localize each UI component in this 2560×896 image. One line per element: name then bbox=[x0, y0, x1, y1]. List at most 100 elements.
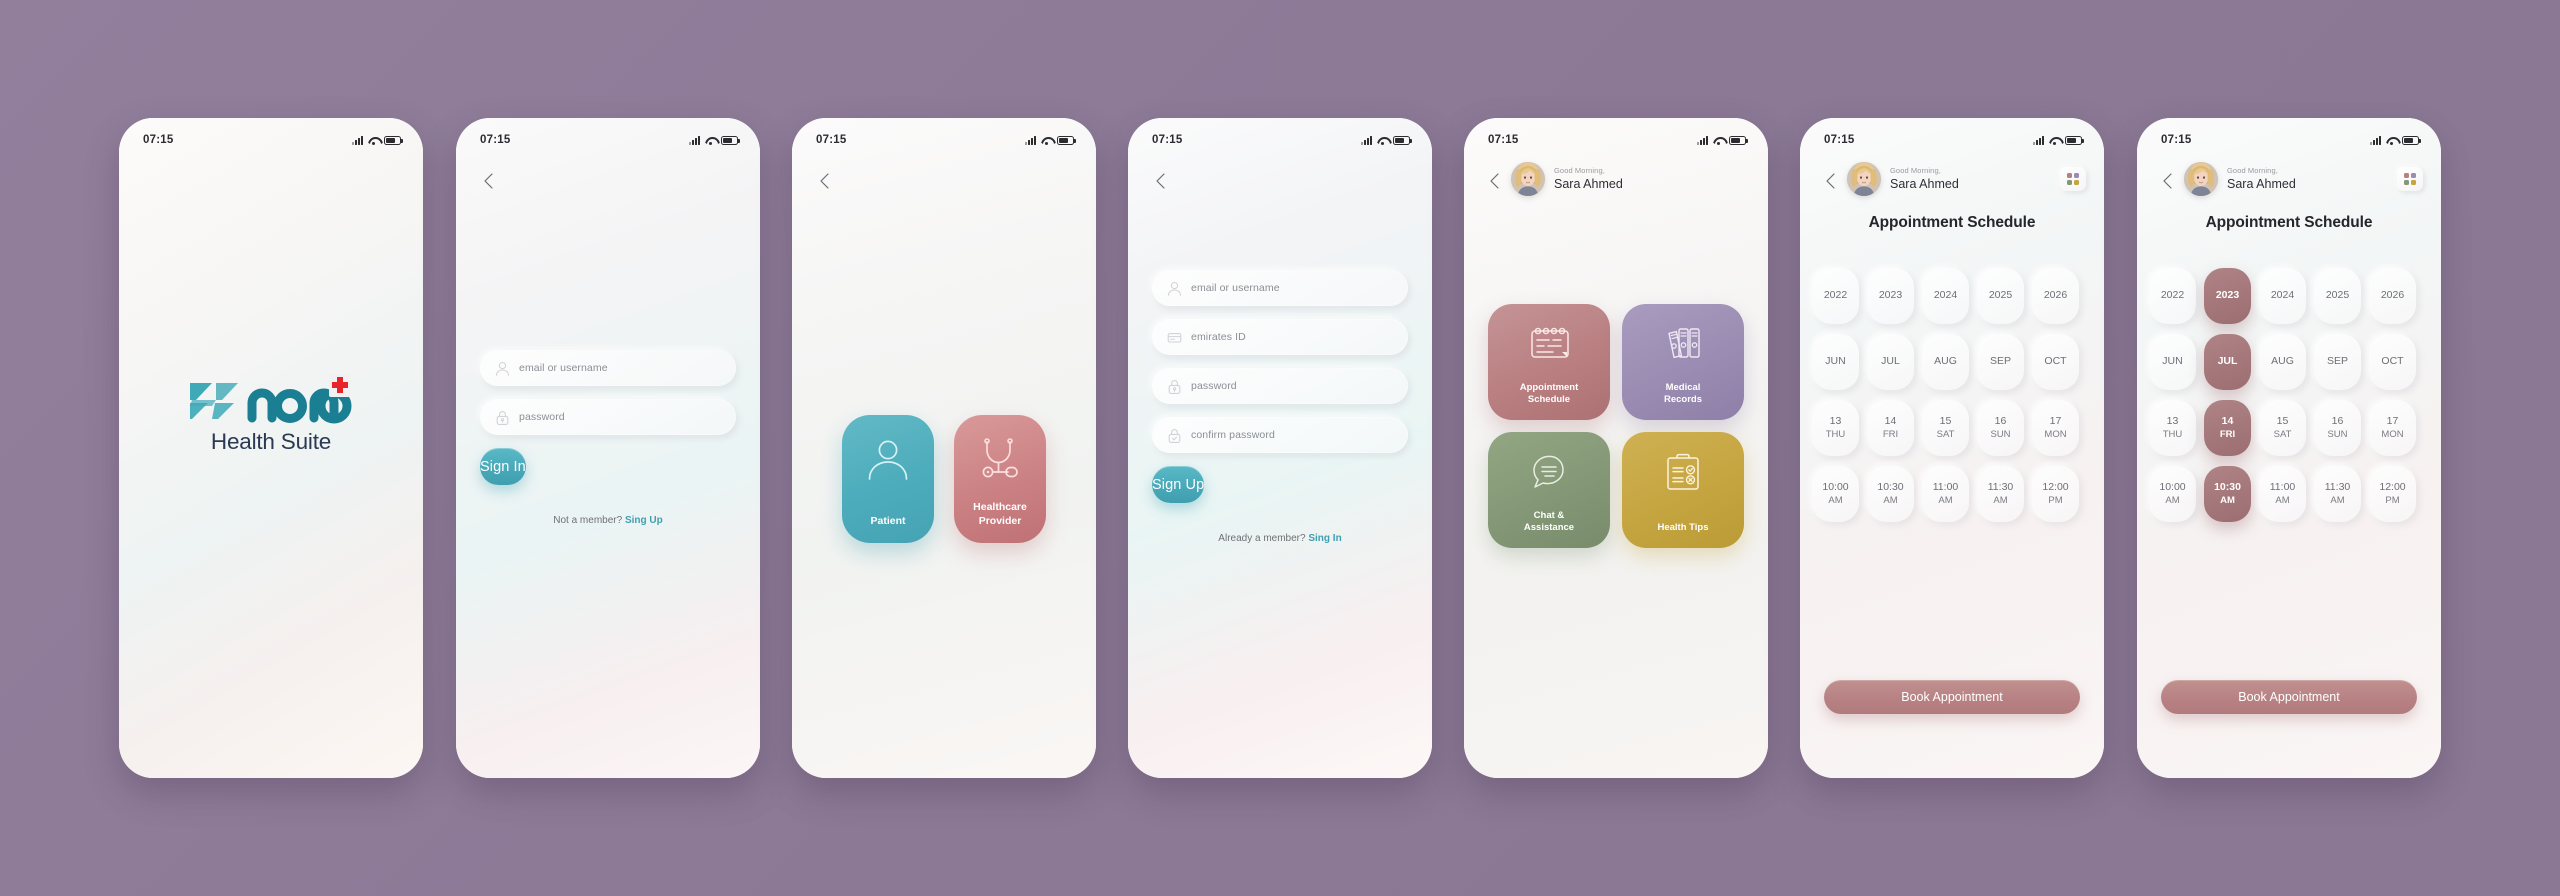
year-value: 2023 bbox=[2215, 289, 2240, 302]
time-cell[interactable]: 11:30 AM bbox=[2314, 466, 2361, 522]
sign-up-button[interactable]: Sign Up bbox=[1152, 466, 1205, 503]
sign-up-link[interactable]: Sing Up bbox=[625, 515, 663, 526]
year-cell[interactable]: 2025 bbox=[1977, 268, 2024, 324]
wifi-icon bbox=[368, 136, 379, 145]
back-button[interactable] bbox=[1484, 170, 1502, 189]
footer-prompt: Not a member? Sing Up bbox=[456, 515, 760, 526]
day-cell[interactable]: 13 THU bbox=[2149, 400, 2196, 456]
logo-mark bbox=[182, 373, 360, 425]
time-cell[interactable]: 10:00 AM bbox=[1812, 466, 1859, 522]
month-cell[interactable]: JUL bbox=[2204, 334, 2251, 390]
day-cell[interactable]: 17 MON bbox=[2032, 400, 2079, 456]
month-cell[interactable]: AUG bbox=[2259, 334, 2306, 390]
id-card-icon bbox=[1167, 332, 1182, 343]
year-cell[interactable]: 2025 bbox=[2314, 268, 2361, 324]
healthcare-provider-card[interactable]: Healthcare Provider bbox=[954, 415, 1046, 543]
avatar[interactable] bbox=[2184, 162, 2218, 196]
year-value: 2026 bbox=[2043, 289, 2068, 302]
month-cell[interactable]: OCT bbox=[2369, 334, 2416, 390]
stethoscope-icon bbox=[982, 438, 1018, 478]
back-button[interactable] bbox=[2157, 170, 2175, 189]
month-cell[interactable]: JUN bbox=[1812, 334, 1859, 390]
back-button[interactable] bbox=[478, 170, 500, 192]
logo-icon bbox=[190, 375, 352, 424]
tile-chat-assistance[interactable]: Chat & Assistance bbox=[1488, 432, 1610, 548]
avatar[interactable] bbox=[1847, 162, 1881, 196]
month-cell[interactable]: SEP bbox=[2314, 334, 2361, 390]
month-cell[interactable]: JUL bbox=[1867, 334, 1914, 390]
email-or-username-field[interactable]: email or username bbox=[1152, 270, 1408, 306]
day-cell[interactable]: 13 THU bbox=[1812, 400, 1859, 456]
sign-in-link[interactable]: Sing In bbox=[1308, 533, 1341, 544]
month-cell[interactable]: SEP bbox=[1977, 334, 2024, 390]
status-time: 07:15 bbox=[816, 134, 847, 146]
chevron-left-icon bbox=[1826, 173, 1835, 189]
password-field[interactable]: password bbox=[1152, 368, 1408, 404]
time-cell[interactable]: 12:00 PM bbox=[2369, 466, 2416, 522]
year-cell[interactable]: 2026 bbox=[2032, 268, 2079, 324]
time-cell[interactable]: 12:00 PM bbox=[2032, 466, 2079, 522]
logo-wordmark: Health Suite bbox=[210, 429, 332, 454]
mockup-canvas: 07:15 Health Suite 07:15 email or username p… bbox=[0, 0, 2560, 896]
time-cell[interactable]: 11:30 AM bbox=[1977, 466, 2024, 522]
status-bar: 07:15 bbox=[1128, 118, 1432, 152]
day-cell[interactable]: 15 SAT bbox=[2259, 400, 2306, 456]
tile-label-line1: Chat & bbox=[1533, 509, 1565, 521]
day-cell[interactable]: 17 MON bbox=[2369, 400, 2416, 456]
day-cell[interactable]: 14 FRI bbox=[2204, 400, 2251, 456]
time-cell[interactable]: 11:00 AM bbox=[2259, 466, 2306, 522]
year-cell[interactable]: 2026 bbox=[2369, 268, 2416, 324]
year-cell[interactable]: 2022 bbox=[2149, 268, 2196, 324]
month-value: OCT bbox=[2381, 355, 2404, 368]
back-button[interactable] bbox=[1150, 170, 1172, 192]
tile-health-tips[interactable]: Health Tips bbox=[1622, 432, 1744, 548]
email-or-username-field[interactable]: email or username bbox=[480, 350, 736, 386]
appointment-schedule-selected-screen: 07:15 Good Morning, Sara Ahmed Appointment … bbox=[2137, 118, 2441, 778]
back-button[interactable] bbox=[814, 170, 836, 192]
wifi-icon bbox=[2386, 136, 2397, 145]
confirm-password-field[interactable]: confirm password bbox=[1152, 417, 1408, 453]
month-cell[interactable]: JUN bbox=[2149, 334, 2196, 390]
signal-icon bbox=[1025, 135, 1036, 145]
time-cell[interactable]: 10:30 AM bbox=[1867, 466, 1914, 522]
year-cell[interactable]: 2023 bbox=[2204, 268, 2251, 324]
book-appointment-button[interactable]: Book Appointment bbox=[1824, 680, 2080, 714]
tile-label-line1: Health Tips bbox=[1657, 522, 1709, 534]
status-time: 07:15 bbox=[143, 134, 174, 146]
time-cell[interactable]: 10:30 AM bbox=[2204, 466, 2251, 522]
year-cell[interactable]: 2024 bbox=[1922, 268, 1969, 324]
year-cell[interactable]: 2023 bbox=[1867, 268, 1914, 324]
time-row: 10:00 AM 10:30 AM 11:00 AM 11:30 AM 12:00 PM bbox=[2149, 466, 2441, 522]
sign-in-button[interactable]: Sign In bbox=[480, 448, 526, 485]
grid-menu-icon[interactable] bbox=[2397, 167, 2423, 191]
day-cell[interactable]: 16 SUN bbox=[2314, 400, 2361, 456]
password-field[interactable]: password bbox=[480, 399, 736, 435]
year-cell[interactable]: 2022 bbox=[1812, 268, 1859, 324]
status-bar: 07:15 bbox=[1464, 118, 1768, 152]
time-cell[interactable]: 11:00 AM bbox=[1922, 466, 1969, 522]
status-time: 07:15 bbox=[1824, 134, 1855, 146]
back-button[interactable] bbox=[1820, 170, 1838, 189]
calendar-picker: 2022 2023 2024 2025 2026 JUN JUL AUG SEP OCT 13 THU… bbox=[1800, 268, 2104, 532]
month-cell[interactable]: OCT bbox=[2032, 334, 2079, 390]
tile-medical-records[interactable]: Medical Records bbox=[1622, 304, 1744, 420]
grid-menu-icon[interactable] bbox=[2060, 167, 2086, 191]
status-icons bbox=[352, 135, 403, 145]
chevron-left-icon bbox=[1156, 173, 1165, 189]
time-cell[interactable]: 10:00 AM bbox=[2149, 466, 2196, 522]
day-cell[interactable]: 14 FRI bbox=[1867, 400, 1914, 456]
wifi-icon bbox=[1041, 136, 1052, 145]
book-appointment-button[interactable]: Book Appointment bbox=[2161, 680, 2417, 714]
patient-card[interactable]: Patient bbox=[842, 415, 934, 543]
battery-icon bbox=[384, 135, 403, 145]
emirates-id-field[interactable]: emirates ID bbox=[1152, 319, 1408, 355]
month-cell[interactable]: AUG bbox=[1922, 334, 1969, 390]
year-cell[interactable]: 2024 bbox=[2259, 268, 2306, 324]
tile-appointment-schedule[interactable]: Appointment Schedule bbox=[1488, 304, 1610, 420]
password-field-placeholder: password bbox=[519, 411, 565, 423]
day-cell[interactable]: 16 SUN bbox=[1977, 400, 2024, 456]
avatar[interactable] bbox=[1511, 162, 1545, 196]
tile-label-line2: Assistance bbox=[1523, 522, 1575, 534]
time-value: 12:00 bbox=[2379, 481, 2406, 493]
day-cell[interactable]: 15 SAT bbox=[1922, 400, 1969, 456]
